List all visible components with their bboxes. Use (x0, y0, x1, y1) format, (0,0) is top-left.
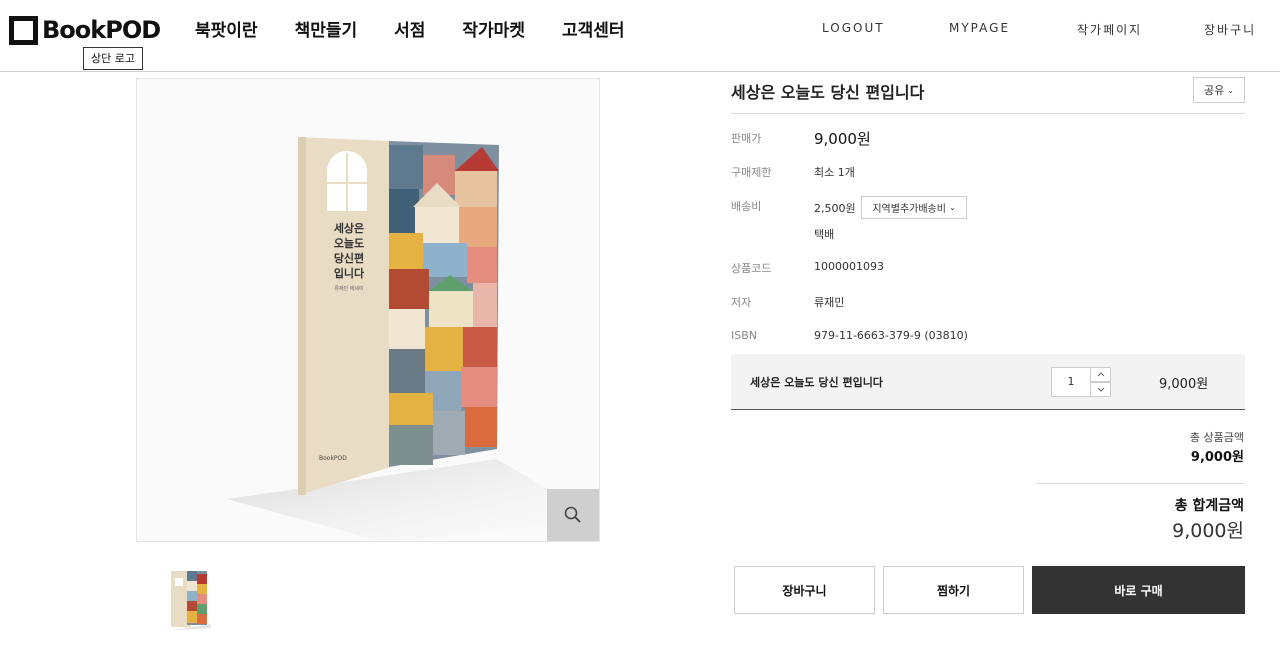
product-title: 세상은 오늘도 당신 편입니다 (731, 83, 925, 102)
share-button[interactable]: 공유 ⌄ (1193, 77, 1245, 103)
quantity-increase-button[interactable] (1090, 367, 1111, 382)
shipping-option-label: 지역별추가배송비 (872, 204, 946, 215)
code-value: 1000001093 (814, 260, 884, 273)
buy-now-button[interactable]: 바로 구매 (1032, 566, 1245, 614)
total-product-value: 9,000원 (1190, 450, 1244, 465)
main-nav: 북팟이란 책만들기 서점 작가마켓 고객센터 (195, 16, 662, 41)
add-to-cart-button[interactable]: 장바구니 (734, 566, 875, 614)
site-header: BookPOD 상단 로고 북팟이란 책만들기 서점 작가마켓 고객센터 LOG… (0, 0, 1280, 72)
author-label: 저자 (731, 296, 752, 309)
total-product-label: 총 상품금액 (1189, 431, 1244, 444)
grand-total-value: 9,000원 (1172, 520, 1244, 542)
logout-link[interactable]: LOGOUT (822, 21, 885, 35)
shipping-value: 2,500원 (814, 202, 856, 215)
limit-label: 구매제한 (731, 166, 772, 179)
share-label: 공유 (1204, 84, 1225, 97)
cart-link[interactable]: 장바구니 (1204, 21, 1256, 38)
cover-author: 류재민 에세이 (334, 286, 364, 292)
product-main-image[interactable]: 세상은 오늘도 당신편 입니다 류재민 에세이 BookPOD (136, 78, 600, 542)
thumbnail-image (171, 571, 211, 630)
logo-tooltip: 상단 로고 (83, 47, 143, 70)
limit-value: 최소 1개 (814, 166, 855, 179)
nav-item-author-market[interactable]: 작가마켓 (462, 16, 525, 41)
title-divider (731, 113, 1245, 114)
chevron-up-icon (1097, 372, 1104, 377)
site-logo[interactable]: BookPOD (9, 15, 161, 45)
isbn-label: ISBN (731, 329, 758, 342)
cover-title: 세상은 오늘도 당신편 입니다 (333, 222, 365, 280)
nav-item-about[interactable]: 북팟이란 (195, 16, 258, 41)
author-value: 류재민 (814, 296, 845, 309)
total-divider (1036, 483, 1245, 484)
nav-item-make-book[interactable]: 책만들기 (295, 16, 358, 41)
isbn-value: 979-11-6663-379-9 (03810) (814, 329, 968, 342)
logo-text: BookPOD (42, 16, 161, 44)
code-label: 상품코드 (731, 262, 772, 275)
shipping-label: 배송비 (731, 200, 762, 213)
nav-item-customer-center[interactable]: 고객센터 (562, 16, 625, 41)
author-page-link[interactable]: 작가페이지 (1077, 21, 1142, 38)
magnifier-icon (564, 506, 581, 523)
grand-total-label: 총 합계금액 (1174, 498, 1244, 514)
price-label: 판매가 (731, 132, 762, 145)
chevron-down-icon (1097, 387, 1104, 392)
cover-publisher: BookPOD (319, 455, 347, 462)
book-cover-illustration (227, 137, 597, 541)
option-price: 9,000원 (1159, 377, 1209, 392)
zoom-button[interactable] (547, 489, 599, 541)
nav-item-bookstore[interactable]: 서점 (394, 16, 425, 41)
mypage-link[interactable]: MYPAGE (949, 21, 1010, 35)
shipping-option-select[interactable]: 지역별추가배송비 ⌄ (861, 196, 967, 219)
chevron-down-icon: ⌄ (1227, 85, 1234, 95)
logo-square-icon (9, 15, 38, 45)
chevron-down-icon: ⌄ (948, 203, 956, 212)
price-value: 9,000원 (814, 130, 871, 148)
quantity-input[interactable]: 1 (1051, 367, 1091, 397)
wishlist-button[interactable]: 찜하기 (883, 566, 1024, 614)
shipping-method: 택배 (814, 228, 835, 241)
selected-option-row: 세상은 오늘도 당신 편입니다 1 9,000원 (731, 354, 1245, 410)
quantity-decrease-button[interactable] (1090, 382, 1111, 397)
product-thumbnail[interactable] (165, 568, 211, 630)
option-name: 세상은 오늘도 당신 편입니다 (750, 376, 883, 389)
